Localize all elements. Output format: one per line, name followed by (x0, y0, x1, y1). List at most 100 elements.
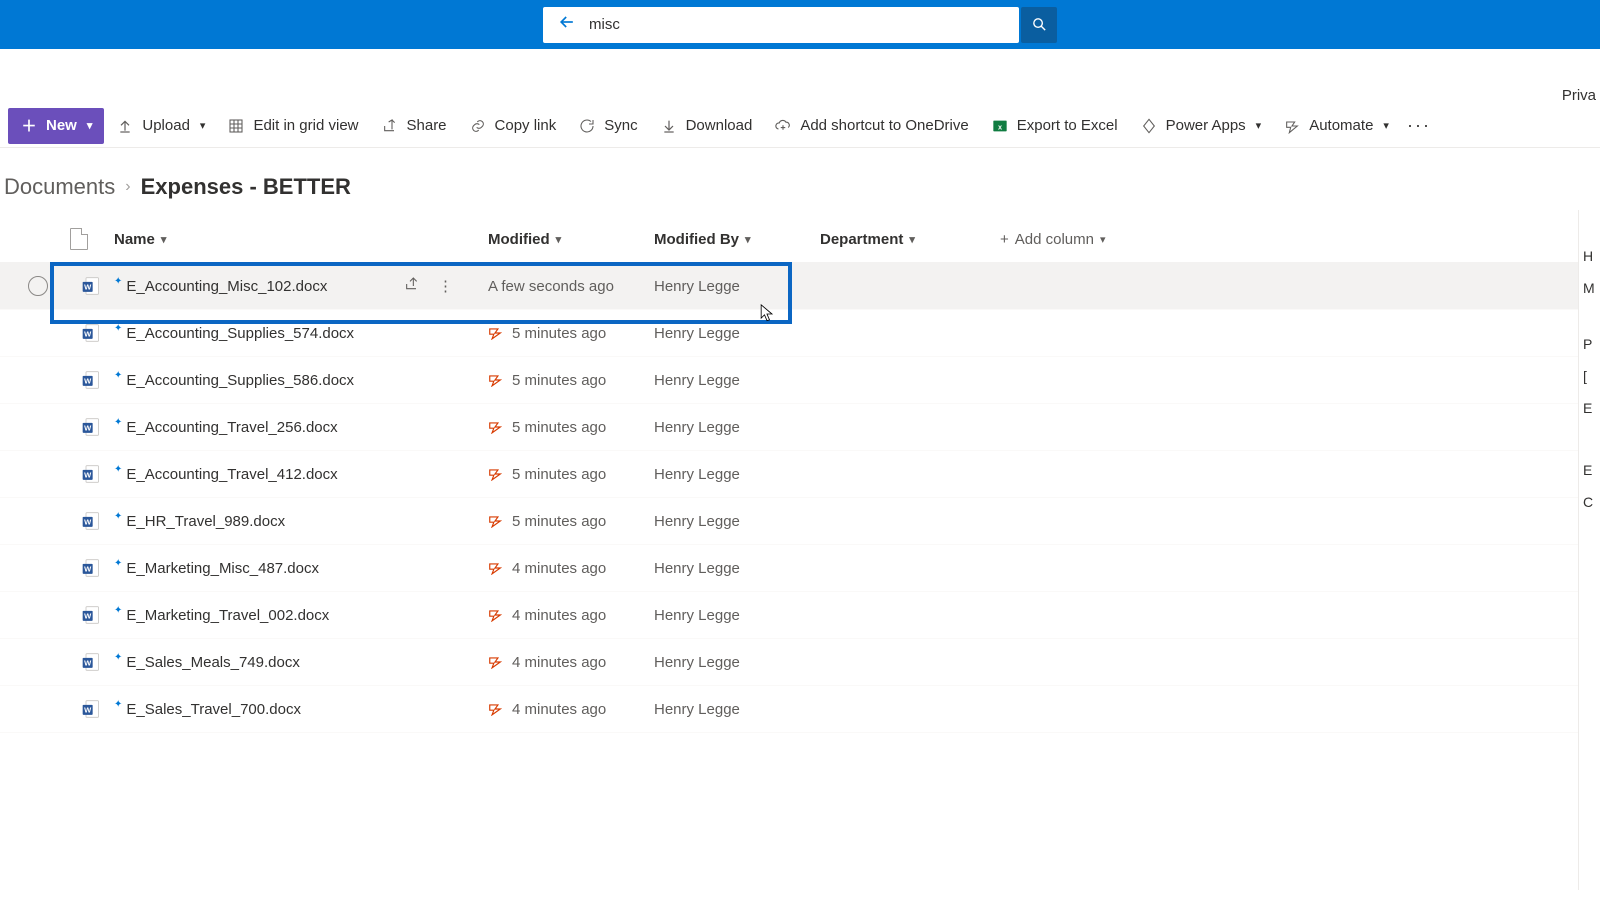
table-row[interactable]: W ✦E_Accounting_Supplies_574.docx 5 minu… (0, 310, 1600, 357)
add-shortcut-button[interactable]: Add shortcut to OneDrive (764, 108, 978, 144)
column-department[interactable]: Department▾ (820, 231, 1000, 248)
file-name[interactable]: ✦E_Accounting_Supplies_574.docx (114, 323, 404, 344)
file-name[interactable]: ✦E_Accounting_Travel_256.docx (114, 417, 404, 438)
cursor-icon (760, 304, 774, 324)
flow-icon (488, 420, 502, 434)
row-select-circle[interactable] (28, 276, 48, 296)
modified-by-cell: Henry Legge (654, 278, 820, 295)
onedrive-shortcut-icon (774, 117, 792, 135)
column-name[interactable]: Name▾ (114, 231, 404, 248)
download-button[interactable]: Download (650, 108, 763, 144)
chevron-down-icon: ▾ (87, 119, 93, 132)
chevron-down-icon: ▾ (161, 233, 167, 246)
word-doc-icon: W (68, 276, 114, 296)
search-button[interactable] (1021, 7, 1057, 43)
flow-icon (488, 608, 502, 622)
chevron-down-icon: ▾ (556, 233, 562, 246)
back-arrow-icon[interactable] (551, 12, 583, 37)
svg-text:W: W (84, 611, 92, 620)
upload-button[interactable]: Upload ▾ (106, 108, 215, 144)
share-icon[interactable] (404, 276, 420, 296)
new-indicator-icon: ✦ (114, 417, 122, 428)
svg-text:W: W (84, 658, 92, 667)
flow-icon (488, 467, 502, 481)
column-modified[interactable]: Modified▾ (488, 231, 654, 248)
new-indicator-icon: ✦ (114, 652, 122, 663)
file-name[interactable]: ✦E_Sales_Meals_749.docx (114, 652, 404, 673)
power-apps-button[interactable]: Power Apps ▾ (1130, 108, 1272, 144)
share-label: Share (407, 117, 447, 134)
new-button[interactable]: ＋ New ▾ (8, 108, 104, 144)
edit-grid-button[interactable]: Edit in grid view (217, 108, 368, 144)
download-icon (660, 117, 678, 135)
modified-by-cell: Henry Legge (654, 513, 820, 530)
search-input[interactable] (583, 7, 1011, 43)
svg-text:W: W (84, 376, 92, 385)
file-name[interactable]: ✦E_Sales_Travel_700.docx (114, 699, 404, 720)
search-box[interactable] (543, 7, 1019, 43)
modified-cell: 5 minutes ago (488, 419, 654, 436)
table-row[interactable]: W ✦E_Sales_Travel_700.docx 4 minutes ago… (0, 686, 1600, 733)
file-name[interactable]: ✦E_Accounting_Travel_412.docx (114, 464, 404, 485)
new-indicator-icon: ✦ (114, 699, 122, 710)
modified-by-cell: Henry Legge (654, 654, 820, 671)
edit-grid-label: Edit in grid view (253, 117, 358, 134)
power-apps-label: Power Apps (1166, 117, 1246, 134)
file-name[interactable]: ✦E_Marketing_Travel_002.docx (114, 605, 404, 626)
modified-cell: 4 minutes ago (488, 701, 654, 718)
breadcrumb-root[interactable]: Documents (4, 174, 115, 200)
share-button[interactable]: Share (371, 108, 457, 144)
sync-icon (578, 117, 596, 135)
automate-label: Automate (1309, 117, 1373, 134)
new-indicator-icon: ✦ (114, 464, 122, 475)
chevron-down-icon: ▾ (745, 233, 751, 246)
upload-label: Upload (142, 117, 190, 134)
add-shortcut-label: Add shortcut to OneDrive (800, 117, 968, 134)
svg-text:W: W (84, 564, 92, 573)
column-modified-by[interactable]: Modified By▾ (654, 231, 820, 248)
list-header: Name▾ Modified▾ Modified By▾ Department▾… (0, 216, 1600, 263)
word-doc-icon: W (68, 605, 114, 625)
table-row[interactable]: W ✦E_Accounting_Travel_412.docx 5 minute… (0, 451, 1600, 498)
flow-icon (488, 561, 502, 575)
modified-cell: 5 minutes ago (488, 372, 654, 389)
modified-cell: 4 minutes ago (488, 654, 654, 671)
file-type-header-icon[interactable] (70, 228, 88, 250)
automate-button[interactable]: Automate ▾ (1273, 108, 1399, 144)
overflow-button[interactable]: ··· (1401, 108, 1437, 144)
share-icon (381, 117, 399, 135)
table-row[interactable]: W ✦E_Marketing_Misc_487.docx 4 minutes a… (0, 545, 1600, 592)
word-doc-icon: W (68, 370, 114, 390)
modified-by-cell: Henry Legge (654, 701, 820, 718)
new-indicator-icon: ✦ (114, 605, 122, 616)
word-doc-icon: W (68, 417, 114, 437)
suite-bar (0, 0, 1600, 49)
table-row[interactable]: W ✦E_Accounting_Misc_102.docx ⋮ A few se… (0, 263, 1600, 310)
document-list: Name▾ Modified▾ Modified By▾ Department▾… (0, 216, 1600, 733)
table-row[interactable]: W ✦E_Marketing_Travel_002.docx 4 minutes… (0, 592, 1600, 639)
table-row[interactable]: W ✦E_HR_Travel_989.docx 5 minutes ago He… (0, 498, 1600, 545)
word-doc-icon: W (68, 464, 114, 484)
sync-button[interactable]: Sync (568, 108, 647, 144)
excel-icon: x (991, 117, 1009, 135)
header-right-label: Priva (1562, 87, 1596, 104)
file-name[interactable]: ✦E_HR_Travel_989.docx (114, 511, 404, 532)
copy-link-button[interactable]: Copy link (459, 108, 567, 144)
table-row[interactable]: W ✦E_Sales_Meals_749.docx 4 minutes ago … (0, 639, 1600, 686)
more-actions-icon[interactable]: ⋮ (438, 277, 453, 295)
table-row[interactable]: W ✦E_Accounting_Supplies_586.docx 5 minu… (0, 357, 1600, 404)
file-name[interactable]: ✦E_Accounting_Supplies_586.docx (114, 370, 404, 391)
svg-text:W: W (84, 423, 92, 432)
table-row[interactable]: W ✦E_Accounting_Travel_256.docx 5 minute… (0, 404, 1600, 451)
modified-cell: 5 minutes ago (488, 466, 654, 483)
chevron-down-icon: ▾ (909, 233, 915, 246)
plus-icon: ＋ (20, 117, 38, 135)
add-column-button[interactable]: +Add column▾ (1000, 231, 1600, 248)
export-excel-button[interactable]: x Export to Excel (981, 108, 1128, 144)
file-name[interactable]: ✦E_Accounting_Misc_102.docx (114, 276, 404, 297)
word-doc-icon: W (68, 699, 114, 719)
breadcrumb-current: Expenses - BETTER (141, 174, 351, 200)
grid-icon (227, 117, 245, 135)
copy-link-label: Copy link (495, 117, 557, 134)
file-name[interactable]: ✦E_Marketing_Misc_487.docx (114, 558, 404, 579)
